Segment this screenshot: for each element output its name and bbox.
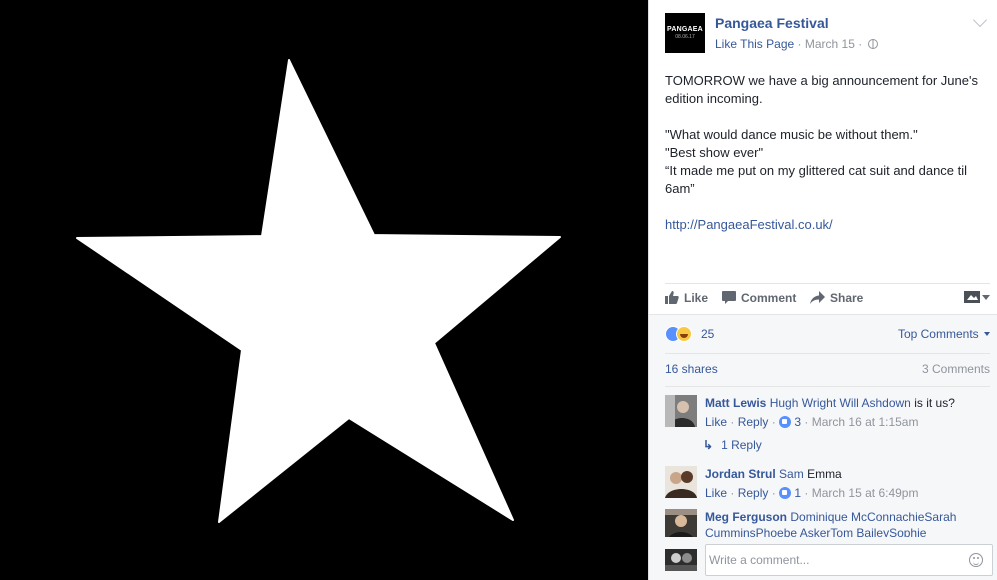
comment-time[interactable]: March 16 at 1:15am [812, 415, 919, 429]
comment-input[interactable] [705, 544, 993, 576]
divider [665, 353, 990, 354]
comment-button[interactable]: Comment [722, 291, 796, 305]
emoji-icon[interactable] [969, 553, 983, 567]
post-line: TOMORROW we have a big announcement for … [665, 73, 978, 106]
view-replies-link[interactable]: ↳ 1 Reply [703, 438, 762, 452]
thumbs-up-icon [665, 291, 679, 304]
comment-label: Comment [741, 291, 797, 305]
comment-like-link[interactable]: Like [705, 486, 727, 500]
comment-text: Emma [807, 467, 842, 481]
reactions-bar[interactable]: 25 Top Comments [665, 324, 990, 346]
comment-like-count[interactable]: 1 [794, 486, 801, 500]
comment-author[interactable]: Meg Ferguson [705, 510, 787, 524]
divider [665, 386, 990, 387]
comment-reply-link[interactable]: Reply [738, 486, 769, 500]
haha-icon [676, 326, 692, 342]
share-label: Share [830, 291, 864, 305]
page-avatar-text: PANGAEA [667, 26, 703, 33]
post-line: “It made me put on my glittered cat suit… [665, 163, 968, 196]
comment-time[interactable]: March 15 at 6:49pm [812, 486, 919, 500]
star-shape [76, 59, 561, 523]
like-label: Like [684, 291, 709, 305]
comment-author[interactable]: Matt Lewis [705, 396, 766, 410]
post-line: "Best show ever" [665, 145, 764, 160]
comment-body: Meg Ferguson Dominique McConnachieSarah … [705, 509, 990, 537]
reaction-count[interactable]: 25 [701, 327, 714, 341]
post-sidebar: PANGAEA 08.06.17 Pangaea Festival Like T… [648, 0, 997, 580]
comment-icon [722, 291, 736, 304]
comment-item: Meg Ferguson Dominique McConnachieSarah … [665, 509, 995, 537]
like-reaction-icon [779, 416, 792, 428]
comment-tags[interactable]: Hugh Wright Will Ashdown [770, 396, 911, 410]
comment-like-link[interactable]: Like [705, 415, 727, 429]
comment-composer [649, 541, 997, 580]
like-page-link[interactable]: Like This Page [715, 37, 794, 51]
chevron-down-icon[interactable] [972, 12, 988, 28]
engagement-section: 25 Top Comments 16 shares 3 Comments Mat… [649, 314, 997, 580]
share-icon [810, 291, 825, 304]
comments-count: 3 Comments [921, 362, 990, 376]
globe-icon[interactable] [867, 39, 878, 49]
post-line: "What would dance music be without them.… [665, 127, 918, 142]
page-name-link[interactable]: Pangaea Festival [715, 15, 829, 31]
post-actions: Like Comment Share [665, 283, 990, 313]
comment-reply-link[interactable]: Reply [738, 415, 769, 429]
comment-meta: Like · Reply · 3 · March 16 at 1:15am [705, 415, 919, 429]
post-meta: Like This Page · March 15 · [715, 37, 878, 51]
comment-tags[interactable]: Sam [779, 467, 804, 481]
avatar[interactable] [665, 509, 697, 537]
page-avatar-subtext: 08.06.17 [675, 34, 695, 40]
reply-arrow-icon: ↳ [703, 438, 714, 452]
share-button[interactable]: Share [810, 291, 863, 305]
post-photo[interactable] [0, 0, 648, 580]
comment-like-count[interactable]: 3 [794, 415, 801, 429]
page-audience-icon [964, 291, 980, 303]
top-comments-label: Top Comments [897, 327, 979, 341]
comment-body: Matt Lewis Hugh Wright Will Ashdown is i… [705, 395, 990, 430]
top-comments-dropdown[interactable]: Top Comments [898, 327, 990, 341]
dropdown-caret-icon [982, 295, 990, 300]
comment-text: is it us? [914, 396, 955, 410]
avatar[interactable] [665, 395, 697, 427]
post-date[interactable]: March 15 [805, 37, 855, 51]
like-button[interactable]: Like [665, 291, 708, 305]
avatar[interactable] [665, 466, 697, 498]
post-link[interactable]: http://PangaeaFestival.co.uk/ [665, 217, 833, 232]
like-reaction-icon [779, 487, 792, 499]
post-header: PANGAEA 08.06.17 Pangaea Festival Like T… [665, 12, 988, 55]
replies-count: 1 Reply [721, 438, 762, 452]
avatar[interactable] [665, 549, 697, 571]
comment-meta: Like · Reply · 1 · March 15 at 6:49pm [705, 486, 919, 500]
caret-down-icon [984, 332, 990, 336]
shares-link[interactable]: 16 shares [665, 362, 718, 376]
audience-selector[interactable] [964, 290, 990, 305]
page-avatar[interactable]: PANGAEA 08.06.17 [665, 13, 705, 53]
star-image [76, 59, 561, 523]
post-text: TOMORROW we have a big announcement for … [665, 72, 987, 234]
comment-body: Jordan Strul Sam Emma Like · Reply · 1 ·… [705, 466, 990, 501]
comment-author[interactable]: Jordan Strul [705, 467, 776, 481]
